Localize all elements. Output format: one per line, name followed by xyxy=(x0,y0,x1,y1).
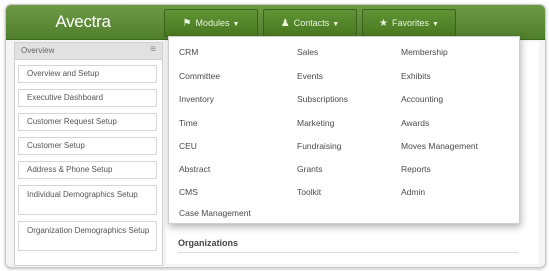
menu-icon[interactable]: ≡ xyxy=(150,42,156,58)
contacts-menu-button[interactable]: ♟ Contacts ▼ xyxy=(263,9,357,37)
modules-dropdown-menu: CRM Committee Inventory Time CEU Abstrac… xyxy=(168,36,520,224)
sidebar-header-label: Overview xyxy=(21,46,55,55)
sidebar-header[interactable]: Overview ≡ xyxy=(15,43,162,60)
puzzle-icon: ⚑ xyxy=(182,18,192,29)
menu-item-awards[interactable]: Awards xyxy=(401,118,429,128)
menu-item-marketing[interactable]: Marketing xyxy=(297,118,334,128)
sidebar-item-customer-setup[interactable]: Customer Setup xyxy=(18,137,157,155)
section-heading: Organizations xyxy=(178,238,239,248)
modules-menu-button[interactable]: ⚑ Modules ▼ xyxy=(164,9,258,37)
sidebar-item-executive-dashboard[interactable]: Executive Dashboard xyxy=(18,89,157,107)
menu-item-toolkit[interactable]: Toolkit xyxy=(297,187,321,197)
menu-item-fundraising[interactable]: Fundraising xyxy=(297,141,341,151)
sidebar-item-address-phone-setup[interactable]: Address & Phone Setup xyxy=(18,161,157,179)
menu-item-inventory[interactable]: Inventory xyxy=(179,94,214,104)
menu-item-case-management[interactable]: Case Management xyxy=(179,208,251,218)
sidebar-item-label: Customer Request Setup xyxy=(27,117,117,126)
menu-item-membership[interactable]: Membership xyxy=(401,47,448,57)
sidebar-item-customer-request-setup[interactable]: Customer Request Setup xyxy=(18,113,157,131)
favorites-menu-button[interactable]: ★ Favorites ▼ xyxy=(362,9,456,37)
menu-item-accounting[interactable]: Accounting xyxy=(401,94,443,104)
sidebar-item-organization-demographics[interactable]: Organization Demographics Setup xyxy=(18,221,157,251)
favorites-label: Favorites xyxy=(392,18,430,28)
menu-item-reports[interactable]: Reports xyxy=(401,164,431,174)
menu-item-time[interactable]: Time xyxy=(179,118,198,128)
person-icon: ♟ xyxy=(280,18,290,29)
sidebar-item-label: Individual Demographics Setup xyxy=(27,190,138,199)
star-icon: ★ xyxy=(379,18,388,29)
logo[interactable]: Avectra xyxy=(6,5,160,39)
menu-item-cms[interactable]: CMS xyxy=(179,187,198,197)
menu-item-abstract[interactable]: Abstract xyxy=(179,164,210,174)
menu-item-grants[interactable]: Grants xyxy=(297,164,323,174)
menu-item-subscriptions[interactable]: Subscriptions xyxy=(297,94,348,104)
chevron-down-icon: ▼ xyxy=(432,21,439,28)
chevron-down-icon: ▼ xyxy=(332,21,340,28)
menu-item-ceu[interactable]: CEU xyxy=(179,141,197,151)
menu-item-admin[interactable]: Admin xyxy=(401,187,425,197)
top-navigation-bar: Avectra ⚑ Modules ▼ ♟ Contacts ▼ ★ Favorites ▼ xyxy=(6,5,545,40)
chevron-down-icon: ▼ xyxy=(232,21,240,28)
menu-item-crm[interactable]: CRM xyxy=(179,47,198,57)
sidebar: Overview ≡ Overview and Setup Executive … xyxy=(14,42,163,266)
sidebar-item-label: Organization Demographics Setup xyxy=(27,226,150,235)
sidebar-item-overview-setup[interactable]: Overview and Setup xyxy=(18,65,157,83)
menu-item-committee[interactable]: Committee xyxy=(179,71,220,81)
sidebar-item-label: Customer Setup xyxy=(27,141,85,150)
divider xyxy=(178,252,518,253)
sidebar-item-individual-demographics[interactable]: Individual Demographics Setup xyxy=(18,185,157,215)
contacts-label: Contacts xyxy=(293,18,330,28)
menu-item-events[interactable]: Events xyxy=(297,71,323,81)
menu-item-moves-management[interactable]: Moves Management xyxy=(401,141,478,151)
sidebar-item-label: Address & Phone Setup xyxy=(27,165,113,174)
menu-item-sales[interactable]: Sales xyxy=(297,47,318,57)
sidebar-item-label: Executive Dashboard xyxy=(27,93,104,102)
modules-label: Modules xyxy=(195,18,230,28)
menu-item-exhibits[interactable]: Exhibits xyxy=(401,71,431,81)
sidebar-item-label: Overview and Setup xyxy=(27,69,100,78)
